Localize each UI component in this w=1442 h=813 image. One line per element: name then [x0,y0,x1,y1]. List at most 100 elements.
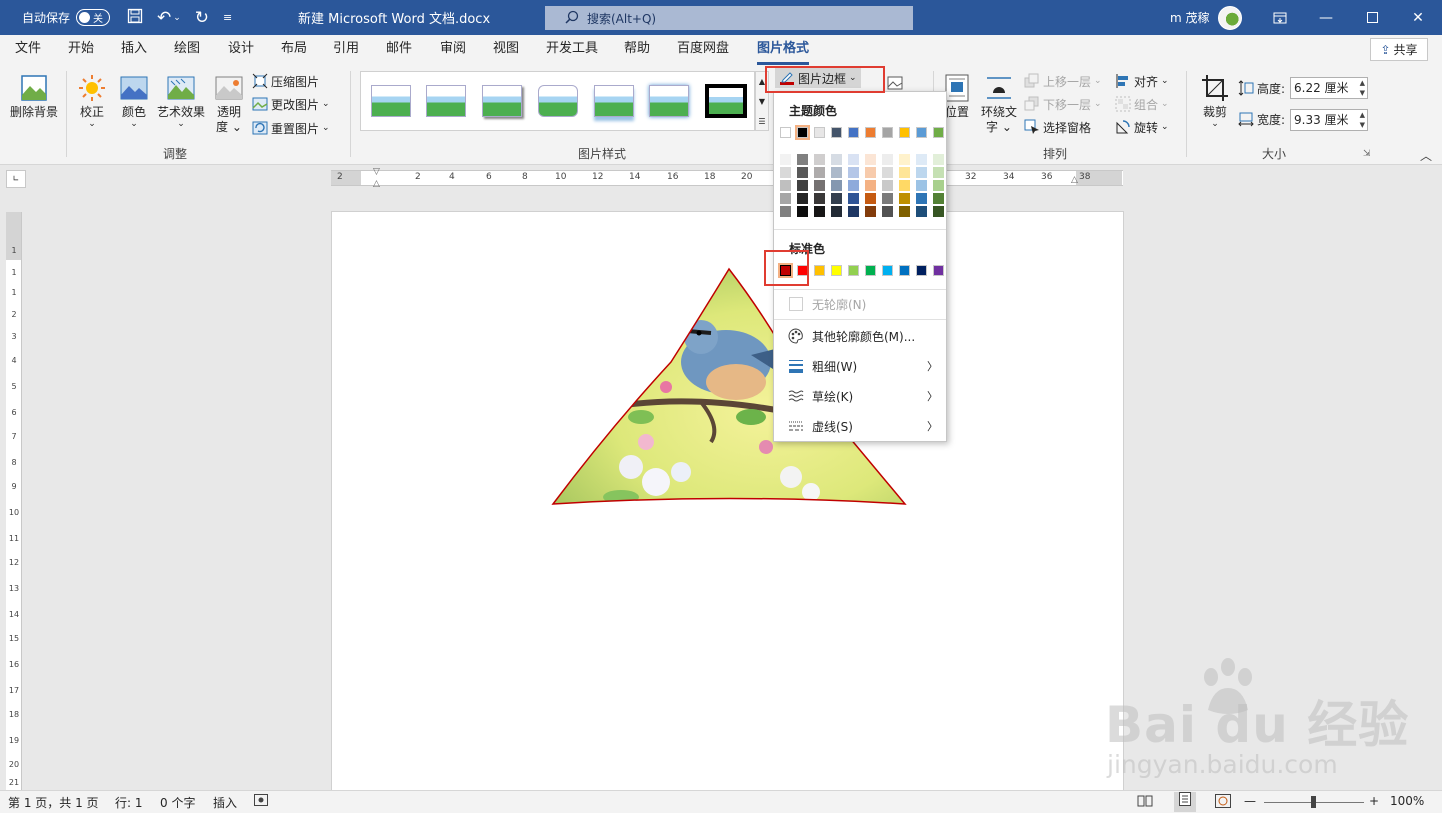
read-mode-icon[interactable] [1137,794,1153,811]
zoom-out-button[interactable]: — [1244,794,1256,808]
theme-shade-swatch[interactable] [865,180,876,191]
theme-color-swatch[interactable] [848,127,859,138]
tab-design[interactable]: 设计 [228,35,254,65]
line-number[interactable]: 行: 1 [115,794,143,811]
corrections-button[interactable]: 校正 ⌄ [72,69,112,129]
tab-file[interactable]: 文件 [15,35,41,65]
theme-color-swatch[interactable] [795,125,810,140]
gallery-scroll-down-icon[interactable]: ▼ [756,92,768,112]
no-outline-item[interactable]: 无轮廓(N) [774,290,946,318]
theme-color-swatch[interactable] [933,127,944,138]
theme-shade-swatch[interactable] [814,206,825,217]
tab-picture-format[interactable]: 图片格式 [757,35,810,65]
collapse-ribbon-icon[interactable]: ︿ [1420,147,1432,164]
theme-shade-swatch[interactable] [780,193,791,204]
theme-shade-swatch[interactable] [848,154,859,165]
gallery-more-icon[interactable]: ☰ [756,112,768,132]
bring-forward-button[interactable]: 上移一层 ⌄ [1024,71,1102,91]
theme-shade-swatch[interactable] [797,180,808,191]
theme-color-swatch[interactable] [814,127,825,138]
tab-review[interactable]: 审阅 [440,35,466,65]
theme-shade-swatch[interactable] [933,193,944,204]
theme-shade-swatch[interactable] [882,167,893,178]
picture-style-thumb[interactable] [371,85,411,117]
height-input[interactable]: 6.22 厘米 ▲ ▼ [1290,77,1368,99]
tab-mailings[interactable]: 邮件 [386,35,412,65]
weight-item[interactable]: 粗细(W) 〉 [774,352,946,380]
avatar[interactable] [1217,5,1242,30]
theme-shade-swatch[interactable] [780,167,791,178]
remove-background-button[interactable]: 删除背景 [8,69,60,120]
word-count[interactable]: 0 个字 [160,794,195,811]
account-area[interactable]: m 茂稼 [1170,0,1242,35]
theme-shade-swatch[interactable] [933,206,944,217]
theme-shade-swatch[interactable] [865,193,876,204]
standard-color-swatch[interactable] [865,265,876,276]
compress-pictures-button[interactable]: 压缩图片 [252,71,319,91]
standard-color-swatch[interactable] [831,265,842,276]
wrap-text-button[interactable]: 环绕文 字 ⌄ [978,69,1020,135]
theme-shade-swatch[interactable] [933,180,944,191]
width-spinner[interactable]: ▲ ▼ [1360,110,1365,130]
width-input[interactable]: 9.33 厘米 ▲ ▼ [1290,109,1368,131]
horizontal-ruler[interactable]: 2 2 4 6 8 10 12 14 16 18 20 32 34 36 38 … [331,167,1123,189]
theme-shade-swatch[interactable] [797,193,808,204]
crop-button[interactable]: 裁剪 ⌄ [1196,69,1234,129]
close-icon[interactable]: ✕ [1395,0,1441,35]
picture-style-thumb[interactable] [538,85,578,117]
theme-shade-swatch[interactable] [865,154,876,165]
web-layout-icon[interactable] [1215,794,1231,811]
theme-shade-swatch[interactable] [831,154,842,165]
picture-style-thumb[interactable] [426,85,466,117]
standard-color-swatch[interactable] [848,265,859,276]
theme-color-swatch[interactable] [882,127,893,138]
standard-color-swatch[interactable] [899,265,910,276]
tab-help[interactable]: 帮助 [624,35,650,65]
tab-selector-icon[interactable]: ∟ [6,170,26,188]
theme-shade-swatch[interactable] [831,193,842,204]
standard-color-swatch[interactable] [916,265,927,276]
zoom-slider-thumb[interactable] [1311,796,1316,808]
theme-shade-swatch[interactable] [848,180,859,191]
picture-effects-partial-icon[interactable] [887,73,903,93]
dashes-item[interactable]: 虚线(S) 〉 [774,412,946,440]
ribbon-display-options-icon[interactable] [1257,0,1303,35]
rotate-button[interactable]: 旋转 ⌄ [1115,117,1169,137]
theme-shade-swatch[interactable] [933,154,944,165]
theme-shade-swatch[interactable] [797,154,808,165]
size-dialog-launcher-icon[interactable]: ⇲ [1363,149,1371,159]
picture-style-thumb[interactable] [649,85,689,117]
theme-color-swatch[interactable] [865,127,876,138]
more-outline-colors-item[interactable]: 其他轮廓颜色(M)... [774,322,946,350]
maximize-icon[interactable] [1349,0,1395,35]
save-icon[interactable] [127,8,143,27]
tab-baidu-netdisk[interactable]: 百度网盘 [677,35,729,65]
theme-color-swatch[interactable] [780,127,791,138]
standard-color-swatch[interactable] [933,265,944,276]
theme-shade-swatch[interactable] [831,206,842,217]
page-count[interactable]: 第 1 页，共 1 页 [8,794,99,811]
undo-icon[interactable]: ↶ [157,8,171,28]
theme-shade-swatch[interactable] [899,206,910,217]
minimize-icon[interactable]: — [1303,0,1349,35]
undo-dropdown-icon[interactable]: ⌄ [173,13,181,23]
theme-shade-swatch[interactable] [882,193,893,204]
color-button[interactable]: 颜色 ⌄ [114,69,154,129]
theme-shade-swatch[interactable] [916,206,927,217]
theme-shade-swatch[interactable] [899,193,910,204]
theme-shade-swatch[interactable] [831,180,842,191]
theme-shade-swatch[interactable] [899,167,910,178]
tab-developer[interactable]: 开发工具 [546,35,598,65]
theme-shade-swatch[interactable] [831,167,842,178]
share-button[interactable]: ⇪ 共享 [1370,38,1428,61]
theme-shade-swatch[interactable] [882,154,893,165]
zoom-level[interactable]: 100% [1390,794,1424,808]
theme-shade-swatch[interactable] [780,154,791,165]
theme-shade-swatch[interactable] [780,180,791,191]
send-backward-button[interactable]: 下移一层 ⌄ [1024,94,1102,114]
theme-shade-swatch[interactable] [933,167,944,178]
right-indent-marker[interactable]: △ [1071,175,1078,185]
picture-style-thumb[interactable] [594,85,634,117]
sketched-item[interactable]: 草绘(K) 〉 [774,382,946,410]
theme-shade-swatch[interactable] [848,206,859,217]
